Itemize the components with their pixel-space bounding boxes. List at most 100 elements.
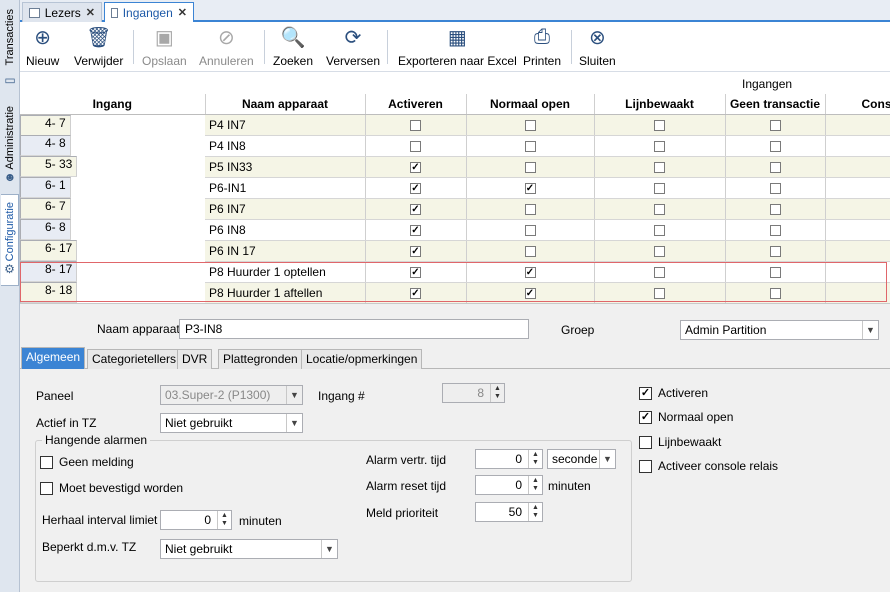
table-row[interactable]: 8- 18 P8 Huurder 1 aftellen ✓ ✓ [20, 282, 890, 303]
tab-locatie-opmerkingen[interactable]: Locatie/opmerkingen [301, 349, 423, 369]
col-header-naam-apparaat[interactable]: Naam apparaat [205, 94, 366, 115]
col-header-cons[interactable]: Cons [825, 94, 890, 115]
geen-melding-checkbox[interactable]: Geen melding [40, 455, 134, 469]
side-tab-transacties[interactable]: Transacties [1, 2, 19, 72]
table-row[interactable]: 6- 17 P6 IN 17 ✓ [20, 240, 890, 262]
col-header-ingang[interactable]: Ingang [20, 94, 206, 115]
export-excel-button[interactable]: ▦ Exporteren naar Excel [398, 24, 517, 69]
cell-cons[interactable] [825, 135, 890, 157]
cell-geen-transactie[interactable] [725, 198, 826, 220]
close-tab-lezers-icon[interactable]: ✕ [86, 6, 95, 19]
cell-lijnbewaakt[interactable] [594, 282, 726, 303]
alarm-vertr-stepper[interactable]: 0 ▲ ▼ [475, 449, 543, 469]
close-tab-ingangen-icon[interactable]: ✕ [178, 6, 187, 19]
groep-select[interactable]: Admin Partition ▼ [680, 320, 879, 340]
checkbox-box[interactable] [769, 245, 781, 257]
cell-activeren[interactable]: ✓ [365, 219, 467, 241]
cell-cons[interactable] [825, 114, 890, 136]
cell-lijnbewaakt[interactable] [594, 177, 726, 199]
alarm-reset-stepper[interactable]: 0 ▲ ▼ [475, 475, 543, 495]
actief-tz-select[interactable]: Niet gebruikt ▼ [160, 413, 303, 433]
print-button[interactable]: ⎙ Printen [523, 24, 561, 69]
checkbox-box[interactable]: ✓ [410, 287, 421, 299]
cell-ingang[interactable]: 6- 8 [20, 219, 71, 240]
checkbox-box[interactable] [524, 119, 536, 131]
checkbox-box[interactable] [769, 161, 781, 173]
tab-dvr[interactable]: DVR [177, 349, 213, 369]
checkbox-box[interactable]: ✓ [524, 182, 536, 194]
table-row[interactable]: 6- 8 P6 IN8 ✓ [20, 219, 890, 241]
cell-ingang[interactable]: 4- 8 [20, 135, 71, 156]
cell-geen-transactie[interactable] [725, 282, 826, 303]
checkbox-box[interactable] [654, 224, 665, 236]
checkbox-box[interactable] [769, 119, 781, 131]
cell-naam-apparaat[interactable]: P5 IN33 [205, 156, 366, 178]
table-row[interactable]: 5- 33 P5 IN33 ✓ [20, 156, 890, 178]
checkbox-box[interactable]: ✓ [410, 224, 421, 236]
checkbox-box[interactable] [654, 245, 665, 257]
checkbox-box[interactable] [524, 161, 536, 173]
cell-activeren[interactable]: ✓ [365, 177, 467, 199]
cell-lijnbewaakt[interactable] [594, 114, 726, 136]
cell-activeren[interactable]: ✓ [365, 282, 467, 303]
cell-naam-apparaat[interactable]: P6 IN7 [205, 198, 366, 220]
delete-button[interactable]: 🗑 Verwijder [74, 24, 123, 69]
cell-lijnbewaakt[interactable] [594, 135, 726, 157]
cell-cons[interactable] [825, 240, 890, 262]
normaal-open-checkbox[interactable]: ✓ Normaal open [639, 410, 733, 424]
cell-geen-transactie[interactable] [725, 219, 826, 241]
lijnbewaakt-checkbox[interactable]: Lijnbewaakt [639, 435, 721, 449]
cell-lijnbewaakt[interactable] [594, 240, 726, 262]
cell-ingang[interactable]: 5- 33 [20, 156, 78, 177]
cell-activeren[interactable] [365, 135, 467, 157]
cell-cons[interactable] [825, 198, 890, 220]
cell-normaal-open[interactable] [466, 135, 595, 157]
cell-normaal-open[interactable]: ✓ [466, 177, 595, 199]
cell-geen-transactie[interactable] [725, 135, 826, 157]
cell-naam-apparaat[interactable]: P6 IN 17 [205, 240, 366, 262]
checkbox-box[interactable] [769, 287, 781, 299]
checkbox-box[interactable] [654, 266, 665, 278]
cell-ingang[interactable]: 8- 18 [20, 282, 78, 303]
cell-naam-apparaat[interactable]: P6-IN1 [205, 177, 366, 199]
col-header-activeren[interactable]: Activeren [365, 94, 467, 115]
checkbox-box[interactable] [769, 224, 781, 236]
cell-normaal-open[interactable] [466, 219, 595, 241]
checkbox-box[interactable] [654, 119, 665, 131]
checkbox-box[interactable] [654, 161, 665, 173]
checkbox-box[interactable]: ✓ [410, 182, 421, 194]
cell-lijnbewaakt[interactable] [594, 198, 726, 220]
cell-activeren[interactable] [365, 114, 467, 136]
col-header-normaal-open[interactable]: Normaal open [466, 94, 595, 115]
cell-lijnbewaakt[interactable] [594, 219, 726, 241]
activeren-checkbox[interactable]: ✓ Activeren [639, 386, 708, 400]
cell-normaal-open[interactable] [466, 240, 595, 262]
checkbox-box[interactable]: ✓ [524, 266, 536, 278]
cell-activeren[interactable]: ✓ [365, 240, 467, 262]
cell-cons[interactable] [825, 282, 890, 303]
cell-lijnbewaakt[interactable] [594, 156, 726, 178]
checkbox-box[interactable] [769, 266, 781, 278]
save-button[interactable]: ▣ Opslaan [142, 24, 187, 69]
cell-naam-apparaat[interactable]: P4 IN7 [205, 114, 366, 136]
cell-normaal-open[interactable] [466, 156, 595, 178]
refresh-button[interactable]: ⟳ Verversen [326, 24, 380, 69]
checkbox-box[interactable] [769, 182, 781, 194]
checkbox-box[interactable] [524, 140, 536, 152]
cell-lijnbewaakt[interactable] [594, 261, 726, 283]
checkbox-box[interactable] [654, 287, 665, 299]
side-tab-configuratie[interactable]: Configuratie ⚙ [1, 194, 19, 286]
cell-geen-transactie[interactable] [725, 261, 826, 283]
table-row[interactable]: 4- 7 P4 IN7 [20, 114, 890, 136]
cell-normaal-open[interactable]: ✓ [466, 282, 595, 303]
new-button[interactable]: ⊕ Nieuw [26, 24, 59, 69]
checkbox-box[interactable] [524, 203, 536, 215]
tab-lezers[interactable]: Lezers ✕ [22, 2, 102, 22]
cell-ingang[interactable]: 6- 1 [20, 177, 71, 198]
cell-naam-apparaat[interactable]: P4 IN8 [205, 135, 366, 157]
checkbox-box[interactable]: ✓ [410, 266, 421, 278]
cell-activeren[interactable]: ✓ [365, 198, 467, 220]
beperkt-tz-select[interactable]: Niet gebruikt ▼ [160, 539, 338, 559]
cell-geen-transactie[interactable] [725, 240, 826, 262]
naam-apparaat-input[interactable]: P3-IN8 [179, 319, 529, 339]
